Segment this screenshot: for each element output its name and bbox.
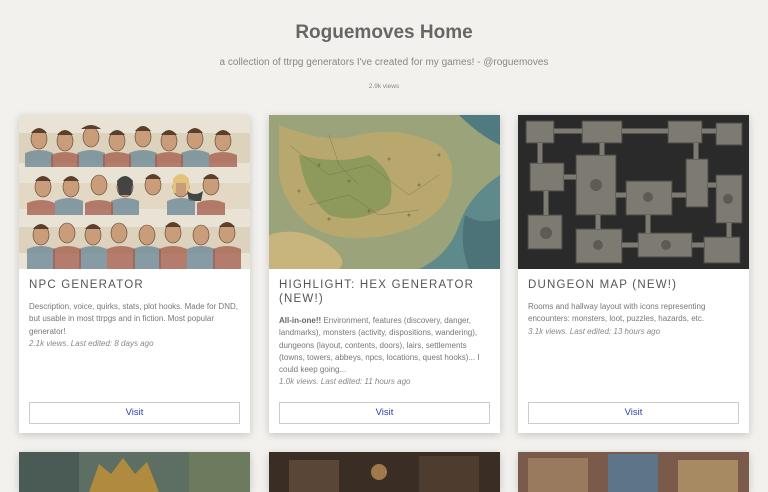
card-title: NPC GENERATOR [29,279,144,291]
card-meta: 3.1k views. Last edited: 13 hours ago [528,326,661,336]
card-description-highlight: All-in-one!! [279,316,322,325]
visit-button[interactable]: Visit [29,402,240,424]
card-title: DUNGEON MAP (NEW!) [528,279,678,291]
visit-button[interactable]: Visit [279,402,490,424]
card-description: Rooms and hallway layout with icons repr… [528,301,741,338]
card-description: Description, voice, quirks, stats, plot … [29,301,242,350]
card-meta: 2.1k views. Last edited: 8 days ago [29,338,154,348]
card-row2-3-image [518,452,749,492]
card-npc-generator: NPC GENERATOR Description, voice, quirks… [19,115,250,433]
card-description-text: Description, voice, quirks, stats, plot … [29,302,238,336]
card-row2-2-image [269,452,500,492]
visit-button[interactable]: Visit [528,402,739,424]
card-description: All-in-one!! Environment, features (disc… [279,315,492,389]
page-subtitle: a collection of ttrpg generators I've cr… [219,57,549,68]
card-row2-1-image [19,452,250,492]
card-hex-generator: HIGHLIGHT: HEX GENERATOR (NEW!) All-in-o… [269,115,500,433]
card-title: HIGHLIGHT: HEX GENERATOR (NEW!) [279,279,475,305]
card-dungeon-map: DUNGEON MAP (NEW!) Rooms and hallway lay… [518,115,749,433]
card-meta: 1.0k views. Last edited: 11 hours ago [279,377,411,387]
hex-map-image [269,115,500,269]
page-view-count: 2.9k views [368,83,400,90]
dungeon-map-image [518,115,749,269]
card-description-text: Rooms and hallway layout with icons repr… [528,302,706,324]
npc-portraits-image [19,115,250,269]
page-title: Roguemoves Home [295,22,473,43]
